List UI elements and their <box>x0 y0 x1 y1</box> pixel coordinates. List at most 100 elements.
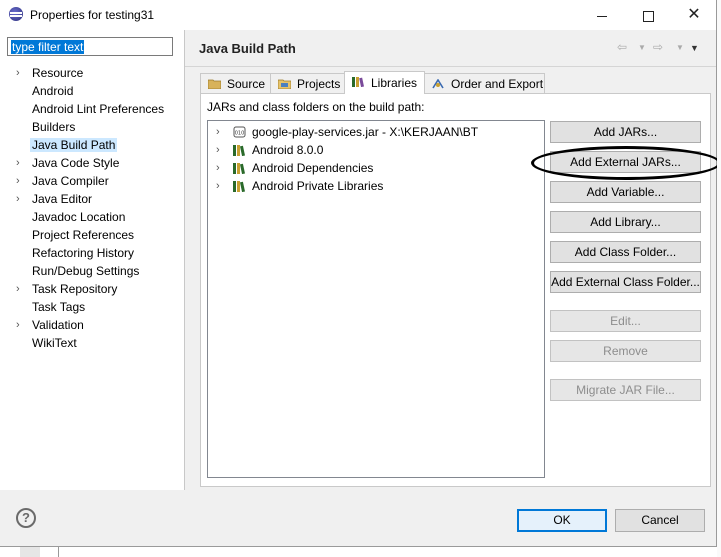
nav-item-label: Resource <box>32 66 84 80</box>
nav-item-label: Project References <box>32 228 135 242</box>
remove-button[interactable]: Remove <box>550 340 701 362</box>
nav-item-label: Builders <box>32 120 76 134</box>
property-page-list: › Resource Android Android Lint Preferences… <box>0 64 184 352</box>
nav-item-task-repository[interactable]: › Task Repository <box>0 280 184 298</box>
libraries-label: JARs and class folders on the build path… <box>207 100 425 114</box>
cancel-button[interactable]: Cancel <box>615 509 705 532</box>
tree-row-label: google-play-services.jar - X:\KERJAAN\BT <box>252 125 479 139</box>
nav-item-refactoring-history[interactable]: Refactoring History <box>0 244 184 262</box>
tab-source[interactable]: Source <box>200 73 271 93</box>
expand-arrow-icon[interactable]: › <box>216 123 220 141</box>
filter-text[interactable]: type filter text <box>11 40 85 54</box>
close-button[interactable]: ✕ <box>671 0 717 30</box>
minimize-button[interactable] <box>579 0 625 30</box>
nav-item-label: Java Compiler <box>32 174 109 188</box>
forward-dropdown-icon[interactable]: ▼ <box>676 43 684 52</box>
nav-item-label: Android Lint Preferences <box>32 102 165 116</box>
svg-text:010: 010 <box>235 131 245 137</box>
page-header: Java Build Path ⇦ ▼ ⇨ ▼ ▼ <box>185 30 716 66</box>
expand-arrow-icon[interactable]: › <box>216 141 220 159</box>
back-arrow-icon[interactable]: ⇦ <box>617 40 627 54</box>
header-divider <box>185 66 716 67</box>
nav-item-label: Java Editor <box>32 192 93 206</box>
nav-item-validation[interactable]: › Validation <box>0 316 184 334</box>
tab-label: Libraries <box>371 76 418 90</box>
background-strip-block <box>20 547 40 557</box>
nav-item-android[interactable]: Android <box>0 82 184 100</box>
nav-item-label: Run/Debug Settings <box>32 264 140 278</box>
library-icon <box>233 181 245 192</box>
nav-item-label: Java Build Path <box>30 138 118 152</box>
background-window-strip <box>0 547 721 557</box>
nav-item-label: WikiText <box>32 336 77 350</box>
expand-arrow-icon[interactable]: › <box>216 159 220 177</box>
expand-arrow-icon[interactable]: › <box>16 172 20 190</box>
tree-row-label: Android Private Libraries <box>252 179 384 193</box>
nav-item-label: Task Repository <box>32 282 118 296</box>
expand-arrow-icon[interactable]: › <box>16 64 20 82</box>
view-menu-icon[interactable]: ▼ <box>690 43 699 53</box>
add-external-class-folder-button[interactable]: Add External Class Folder... <box>550 271 701 293</box>
tree-row-label: Android 8.0.0 <box>252 143 324 157</box>
tab-label: Projects <box>297 77 341 91</box>
nav-item-java-editor[interactable]: › Java Editor <box>0 190 184 208</box>
edit-button[interactable]: Edit... <box>550 310 701 332</box>
libraries-icon <box>352 77 364 87</box>
filter-input[interactable]: type filter text <box>7 37 173 56</box>
page-title: Java Build Path <box>199 41 296 56</box>
expand-arrow-icon[interactable]: › <box>16 154 20 172</box>
back-dropdown-icon[interactable]: ▼ <box>638 43 646 52</box>
ok-button[interactable]: OK <box>517 509 607 532</box>
nav-item-label: Task Tags <box>32 300 86 314</box>
nav-item-builders[interactable]: Builders <box>0 118 184 136</box>
close-icon: ✕ <box>687 6 701 23</box>
nav-item-wikitext[interactable]: WikiText <box>0 334 184 352</box>
nav-item-label: Java Code Style <box>32 156 120 170</box>
library-icon <box>233 163 245 174</box>
nav-item-label: Javadoc Location <box>32 210 126 224</box>
tree-row-label: Android Dependencies <box>252 161 374 175</box>
nav-item-java-code-style[interactable]: › Java Code Style <box>0 154 184 172</box>
library-icon <box>233 145 245 156</box>
expand-arrow-icon[interactable]: › <box>216 177 220 195</box>
nav-item-javadoc-location[interactable]: Javadoc Location <box>0 208 184 226</box>
add-jars-button[interactable]: Add JARs... <box>550 121 701 143</box>
nav-item-resource[interactable]: › Resource <box>0 64 184 82</box>
nav-item-task-tags[interactable]: Task Tags <box>0 298 184 316</box>
jar-icon: 010 <box>233 126 246 138</box>
tab-label: Order and Export <box>451 77 544 91</box>
background-strip-divider <box>58 547 59 557</box>
title-bar: Properties for testing31 ✕ <box>0 0 716 30</box>
nav-item-run-debug-settings[interactable]: Run/Debug Settings <box>0 262 184 280</box>
maximize-button[interactable] <box>625 0 671 30</box>
nav-item-label: Android <box>32 84 74 98</box>
nav-item-label: Refactoring History <box>32 246 135 260</box>
maximize-icon <box>642 10 654 22</box>
expand-arrow-icon[interactable]: › <box>16 280 20 298</box>
projects-icon <box>278 79 291 89</box>
nav-item-project-references[interactable]: Project References <box>0 226 184 244</box>
expand-arrow-icon[interactable]: › <box>16 316 20 334</box>
minimize-icon <box>597 15 607 17</box>
properties-sidebar: type filter text › Resource Android Android… <box>0 30 185 490</box>
nav-item-label: Validation <box>32 318 84 332</box>
tab-libraries[interactable]: Libraries <box>344 71 425 94</box>
add-library-button[interactable]: Add Library... <box>550 211 701 233</box>
nav-item-java-compiler[interactable]: › Java Compiler <box>0 172 184 190</box>
migrate-jar-button[interactable]: Migrate JAR File... <box>550 379 701 401</box>
add-external-jars-button[interactable]: Add External JARs... <box>550 151 701 173</box>
forward-arrow-icon[interactable]: ⇨ <box>653 40 663 54</box>
eclipse-icon <box>9 7 23 21</box>
nav-item-java-build-path[interactable]: Java Build Path <box>0 136 184 154</box>
order-export-icon <box>432 79 444 89</box>
libraries-tree[interactable]: › 010 google-play-services.jar - X:\KERJ… <box>207 120 545 478</box>
tab-order-export[interactable]: Order and Export <box>424 73 545 93</box>
help-icon[interactable]: ? <box>16 508 36 528</box>
window-title: Properties for testing31 <box>30 8 155 22</box>
nav-item-android-lint-preferences[interactable]: Android Lint Preferences <box>0 100 184 118</box>
add-variable-button[interactable]: Add Variable... <box>550 181 701 203</box>
add-class-folder-button[interactable]: Add Class Folder... <box>550 241 701 263</box>
source-folder-icon <box>208 79 221 89</box>
expand-arrow-icon[interactable]: › <box>16 190 20 208</box>
tab-projects[interactable]: Projects <box>270 73 345 93</box>
